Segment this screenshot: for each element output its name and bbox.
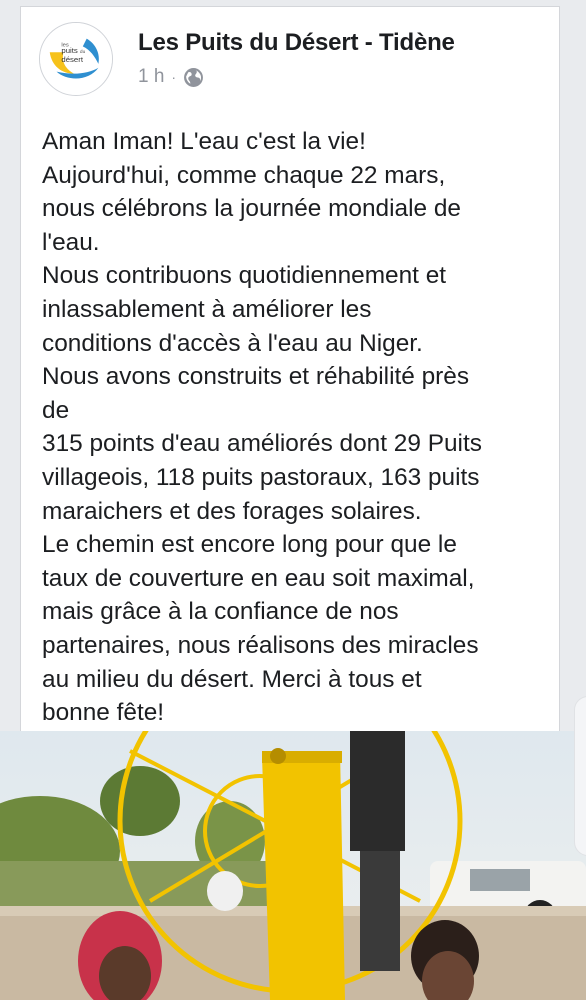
post-text-line: Le chemin est encore long pour que le (42, 531, 457, 559)
post-text-line: Nous avons construits et réhabilité près (42, 363, 470, 391)
post-text-line: mais grâce à la confiance de nos (42, 598, 399, 626)
page-name-link[interactable]: Les Puits du Désert - Tidène (138, 29, 455, 57)
svg-text:désert: désert (61, 55, 83, 64)
svg-text:puits: puits (61, 46, 78, 55)
post-text-line: taux de couverture en eau soit maximal, (42, 564, 475, 592)
post-text-line: Aujourd'hui, comme chaque 22 mars, (42, 161, 446, 189)
globe-icon (183, 67, 204, 88)
page-avatar[interactable]: les puits du désert (39, 22, 113, 96)
post-text-line: Nous contribuons quotidiennement et (42, 262, 447, 290)
post-meta: 1 h · (138, 64, 204, 90)
post-text-line: conditions d'accès à l'eau au Niger. (42, 329, 423, 357)
post-text-line: de (42, 396, 70, 424)
post-text-line: bonne fête! (42, 699, 165, 727)
post-text-line: villageois, 118 puits pastoraux, 163 pui… (42, 463, 480, 491)
post-text-line: inlassablement à améliorer les (42, 295, 372, 323)
post-card: les puits du désert Les Puits du Désert … (20, 6, 560, 736)
post-text-line: partenaires, nous réalisons des miracles (42, 631, 479, 659)
well-photo-image (0, 731, 586, 1000)
post-body-text: Aman Iman! L'eau c'est la vie! Aujourd'hu… (42, 125, 557, 730)
post-text-line: nous célébrons la journée mondiale de (42, 195, 461, 223)
post-text-line: l'eau. (42, 228, 100, 256)
post-text-line: maraichers et des forages solaires. (42, 497, 422, 525)
page-logo: les puits du désert (40, 23, 112, 95)
post-text-line: au milieu du désert. Merci à tous et (42, 665, 422, 693)
post-text-line: Aman Iman! L'eau c'est la vie! (42, 128, 366, 155)
meta-separator: · (171, 69, 177, 85)
post-text-line: 315 points d'eau améliorés dont 29 Puits (42, 430, 482, 458)
post-timestamp[interactable]: 1 h (138, 66, 164, 88)
side-edge-handle[interactable] (574, 696, 586, 856)
post-photo[interactable] (0, 731, 586, 1000)
